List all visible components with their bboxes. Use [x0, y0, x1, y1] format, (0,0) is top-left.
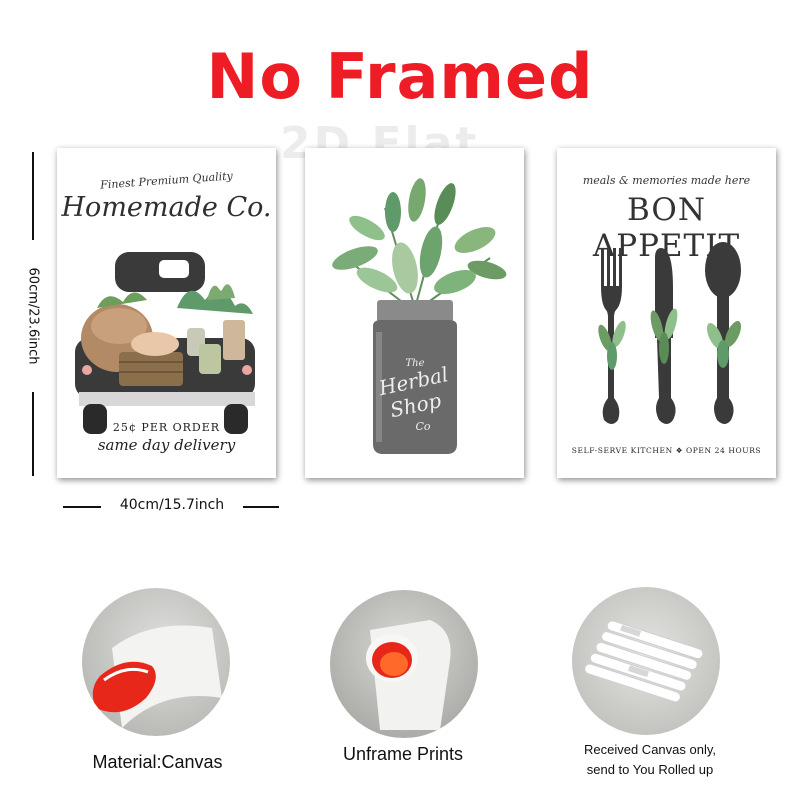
width-label: 40cm/15.7inch: [119, 497, 225, 513]
print-tagline: same day delivery: [97, 436, 236, 454]
page-title: No Framed: [206, 40, 594, 113]
unframed-print-photo: [330, 590, 478, 738]
cutlery-illustration: [598, 242, 742, 424]
caption-material: Material:Canvas: [92, 752, 223, 772]
knife-icon: [650, 248, 678, 424]
rolled-tubes-icon: [584, 620, 704, 703]
canvas-roll-icon: [92, 625, 222, 728]
print-footer: SELF-SERVE KITCHEN ❖ OPEN 24 HOURS: [571, 446, 762, 455]
herb-jar-illustration: The Herbal Shop Co: [332, 178, 507, 454]
height-line-bottom: [32, 392, 34, 476]
print-bon-appetit: meals & memories made here BON APPETIT S…: [557, 148, 776, 478]
print-herbal-shop: The Herbal Shop Co: [305, 148, 524, 478]
canvas-material-photo: [82, 588, 230, 736]
print-homemade-co: Finest Premium Quality Homemade Co. 25¢ …: [57, 148, 276, 478]
height-line-top: [32, 152, 34, 240]
caption-rolled-line2: send to You Rolled up: [586, 762, 714, 777]
fork-icon: [598, 248, 626, 424]
caption-rolled-line1: Received Canvas only,: [584, 742, 716, 757]
rolled-tubes-photo: [572, 587, 720, 735]
rolled-canvas-icon: [366, 620, 451, 730]
width-line-left: [63, 506, 101, 508]
spoon-icon: [705, 242, 742, 424]
print-price: 25¢ PER ORDER: [112, 421, 221, 434]
height-label: 60cm/23.6inch: [25, 267, 41, 365]
caption-unframed: Unframe Prints: [342, 744, 464, 764]
width-line-right: [243, 506, 279, 508]
jar-text-co: Co: [415, 420, 430, 433]
caption-rolled: Received Canvas only, send to You Rolled…: [560, 740, 740, 780]
